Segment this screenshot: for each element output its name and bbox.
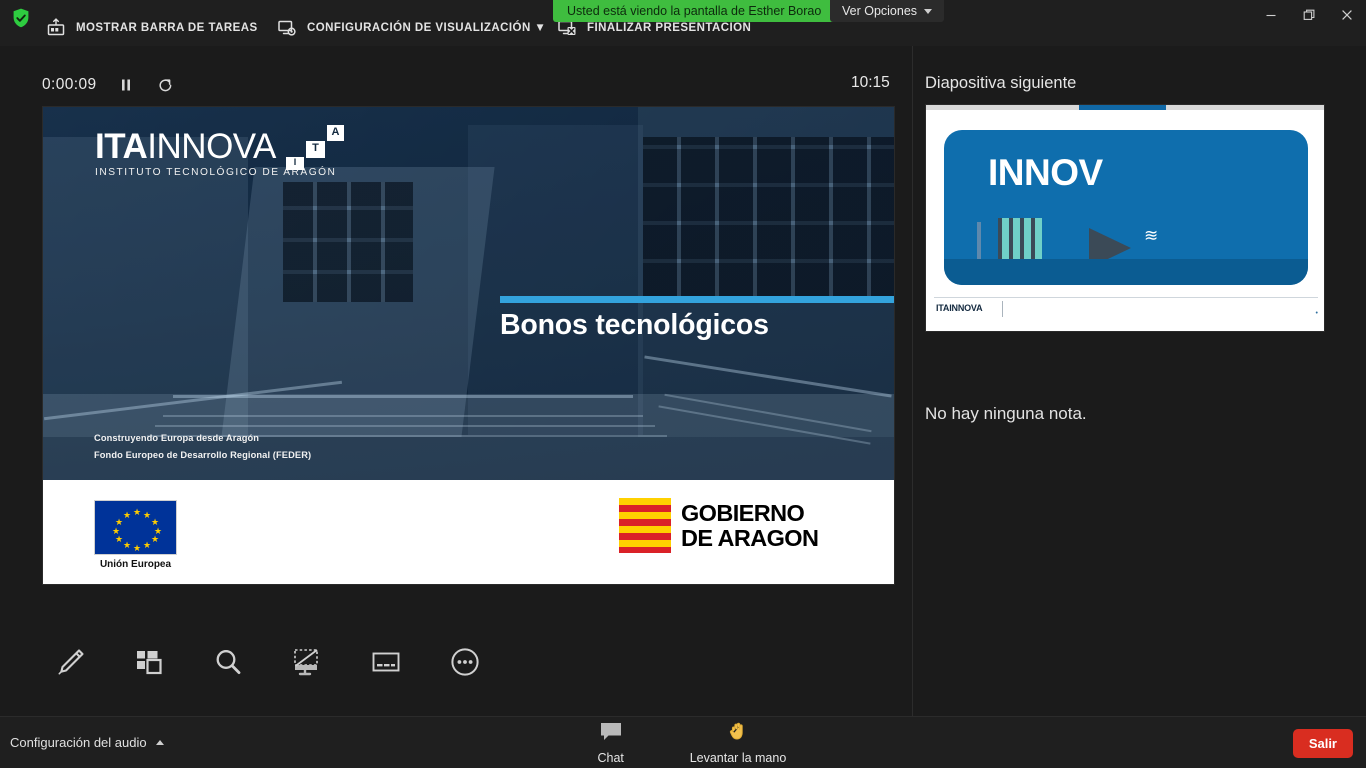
screen-share-status-banner: Usted está viendo la pantalla de Esther … [553,0,836,22]
raise-hand-icon [726,721,750,747]
show-taskbar-label: MOSTRAR BARRA DE TAREAS [76,22,258,34]
display-settings-label: CONFIGURACIÓN DE VISUALIZACIÓN ▼ [307,22,547,34]
maximize-restore-button[interactable] [1290,0,1328,30]
view-options-label: Ver Opciones [842,4,918,18]
title-accent-rule [500,296,894,303]
end-presentation-label: FINALIZAR PRESENTACIÓN [587,22,752,34]
raise-hand-button[interactable]: Levantar la mano [689,721,787,765]
pause-icon[interactable] [115,74,137,96]
next-slide-heading: Diapositiva siguiente [925,74,1077,92]
presenter-toolbar [42,634,493,690]
gobierno-line-2: DE ARAGON [681,524,819,551]
logo-bold-text: ITA [95,127,148,166]
logo-mark-a: A [327,125,344,141]
eu-flag-icon: ★ ★ ★ ★ ★ ★ ★ ★ ★ ★ ★ ★ [94,500,177,555]
wifi-icon: ≋ [1144,226,1159,245]
gobierno-de-aragon-logo: GOBIERNO DE ARAGON [619,498,819,553]
logo-mark-t: T [306,141,325,158]
zoom-bottom-toolbar: Configuración del audio Chat Levantar la… [0,716,1366,768]
next-slide-illustration: INNOV ≋ [944,130,1308,285]
minimize-button[interactable] [1252,0,1290,30]
chat-button[interactable]: Chat [580,721,642,765]
show-taskbar-icon [46,18,66,38]
view-options-button[interactable]: Ver Opciones [830,0,945,22]
security-shield-icon[interactable] [10,7,32,29]
next-slide-page-dot: • [1315,310,1318,317]
pen-icon[interactable] [42,634,98,690]
feder-line-2: Fondo Europeo de Desarrollo Regional (FE… [94,450,312,460]
zoom-magnifier-icon[interactable] [200,634,256,690]
gobierno-line-1: GOBIERNO [681,499,805,526]
presenter-left-pane: 0:00:09 10:15 ITAINNOVA INSTITUTO TECNOL… [0,46,912,768]
all-slides-grid-icon[interactable] [121,634,177,690]
leave-meeting-button[interactable]: Salir [1292,729,1353,758]
display-settings-icon [277,18,297,38]
ita-logo-mark-icon: I T A [286,125,344,171]
next-slide-progress-bar [926,105,1324,110]
current-clock-time: 10:15 [851,74,890,91]
raise-hand-label: Levantar la mano [689,751,787,765]
restart-timer-icon[interactable] [155,74,177,96]
window-controls [1252,0,1366,30]
subtitles-icon[interactable] [358,634,414,690]
bottom-center-controls: Chat Levantar la mano [0,717,1366,768]
logo-light-text: INNOVA [147,127,276,166]
slide-title: Bonos tecnológicos [500,309,769,341]
next-slide-word: INNOV [988,152,1103,193]
screenshare-toolbar: MOSTRAR BARRA DE TAREAS CONFIGURACIÓN DE… [0,0,1366,46]
presentation-timer: 0:00:09 [42,74,177,96]
eu-caption: Unión Europea [99,559,172,570]
black-screen-icon[interactable] [279,634,335,690]
chevron-down-icon [924,8,933,14]
aragon-shield-icon [619,498,671,553]
european-union-logo: ★ ★ ★ ★ ★ ★ ★ ★ ★ ★ ★ ★ Unión Europea [94,500,177,570]
chat-label: Chat [597,751,624,765]
show-taskbar-button[interactable]: MOSTRAR BARRA DE TAREAS [46,18,258,38]
display-settings-button[interactable]: CONFIGURACIÓN DE VISUALIZACIÓN ▼ [277,18,546,38]
chat-bubble-icon [599,721,623,747]
speaker-notes: No hay ninguna nota. [925,404,1087,423]
close-button[interactable] [1328,0,1366,30]
feder-line-1: Construyendo Europa desde Aragón [94,433,260,443]
feder-credit: Construyendo Europa desde Aragón Fondo E… [94,430,311,464]
slide-background-photo: ITAINNOVA INSTITUTO TECNOLÓGICO DE ARAGÓ… [43,107,894,480]
logo-mark-i: I [286,157,304,170]
presenter-right-pane: Diapositiva siguiente INNOV ≋ ITAINNOVA … [912,46,1366,716]
slide-footer-logos: ★ ★ ★ ★ ★ ★ ★ ★ ★ ★ ★ ★ Unión Europea GO… [43,480,894,584]
current-slide[interactable]: ITAINNOVA INSTITUTO TECNOLÓGICO DE ARAGÓ… [42,106,895,585]
zoom-screenshare-presenter-window: MOSTRAR BARRA DE TAREAS CONFIGURACIÓN DE… [0,0,1366,768]
more-options-icon[interactable] [437,634,493,690]
next-slide-preview[interactable]: INNOV ≋ ITAINNOVA • [925,104,1325,332]
timer-value: 0:00:09 [42,76,97,93]
next-slide-footer-logo: ITAINNOVA [936,303,983,313]
